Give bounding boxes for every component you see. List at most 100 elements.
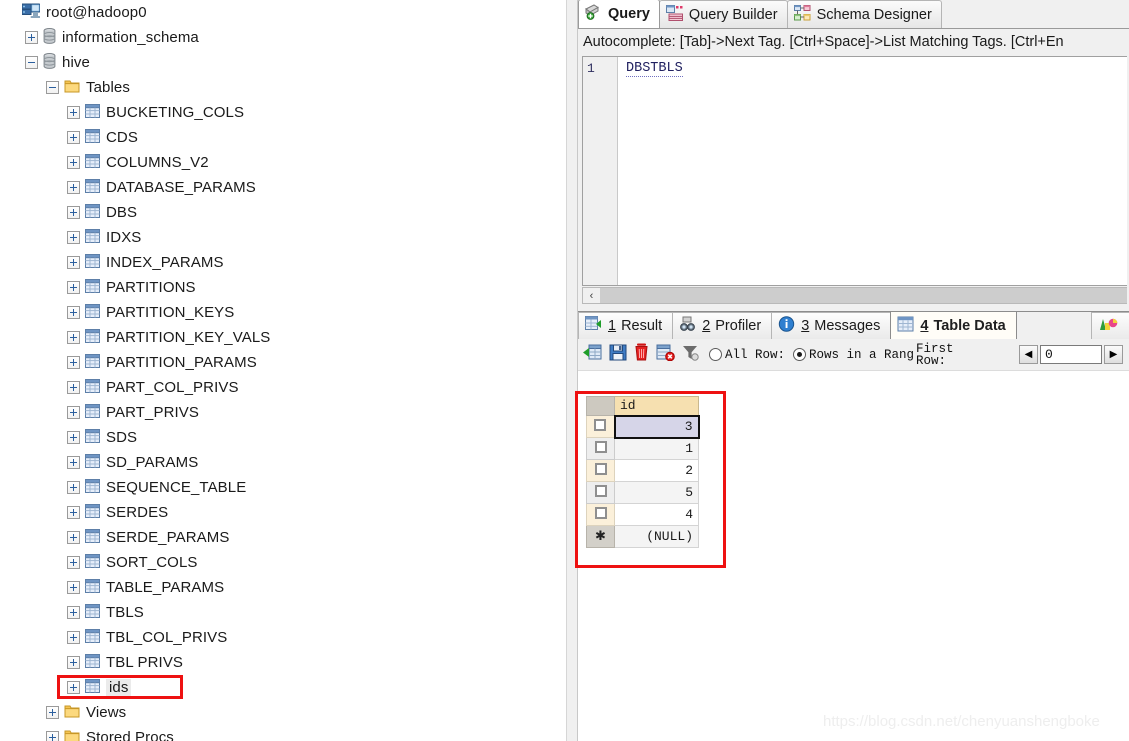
tree-item-partition-params[interactable]: PARTITION_PARAMS [0, 350, 566, 375]
tree-item-views[interactable]: Views [0, 700, 566, 725]
save-changes-icon[interactable] [609, 344, 627, 366]
expand-plus-icon[interactable] [46, 731, 59, 741]
grid-row[interactable]: ✱ (NULL) [586, 525, 699, 548]
row-select-checkbox[interactable] [586, 437, 615, 460]
tree-item-index-params[interactable]: INDEX_PARAMS [0, 250, 566, 275]
tree-item-columns-v2[interactable]: COLUMNS_V2 [0, 150, 566, 175]
expand-plus-icon[interactable] [67, 681, 80, 694]
result-tab-messages[interactable]: 3 Messages [771, 312, 892, 339]
grid-cell-id[interactable]: 4 [614, 503, 699, 526]
tree-item-partition-key-vals[interactable]: PARTITION_KEY_VALS [0, 325, 566, 350]
grid-select-all-corner[interactable] [586, 396, 615, 416]
expand-plus-icon[interactable] [67, 381, 80, 394]
expand-plus-icon[interactable] [67, 156, 80, 169]
grid-row[interactable]: 4 [586, 503, 699, 526]
table-data-grid[interactable]: id 3 1 2 5 4 ✱ (NULL) [586, 396, 700, 548]
tree-item-database-params[interactable]: DATABASE_PARAMS [0, 175, 566, 200]
tree-item-tables[interactable]: Tables [0, 75, 566, 100]
checkbox-icon[interactable] [594, 484, 607, 497]
expand-plus-icon[interactable] [67, 631, 80, 644]
result-tab-chart[interactable] [1091, 312, 1129, 339]
expand-plus-icon[interactable] [67, 356, 80, 369]
sql-text-area[interactable]: DBSTBLS [618, 57, 1127, 285]
tree-item-stored-procs[interactable]: Stored Procs [0, 725, 566, 741]
tree-item-part-privs[interactable]: PART_PRIVS [0, 400, 566, 425]
expand-plus-icon[interactable] [67, 456, 80, 469]
tree-item-information-schema[interactable]: information_schema [0, 25, 566, 50]
grid-cell-id[interactable]: 2 [614, 459, 699, 482]
scrollbar-thumb[interactable] [600, 288, 1127, 303]
editor-tab-strip[interactable]: Query Query Builder Schema Designer [578, 0, 1129, 29]
tree-item-tbls[interactable]: TBLS [0, 600, 566, 625]
delete-row-icon[interactable] [634, 343, 649, 366]
row-select-checkbox[interactable] [586, 459, 615, 482]
result-tab-strip[interactable]: 1 Result 2 Profiler 3 Messages 4 Table Data [578, 311, 1129, 339]
tree-item-bucketing-cols[interactable]: BUCKETING_COLS [0, 100, 566, 125]
spinner-next-button[interactable]: ▶ [1104, 345, 1123, 364]
tree-item-sds[interactable]: SDS [0, 425, 566, 450]
tree-item-sequence-table[interactable]: SEQUENCE_TABLE [0, 475, 566, 500]
grid-cell-id[interactable]: 1 [614, 437, 699, 460]
object-explorer-tree[interactable]: root@hadoop0 information_schema hive Tables… [0, 0, 566, 741]
new-row-marker[interactable]: ✱ [586, 525, 615, 548]
rows-in-range-radio[interactable] [793, 348, 807, 361]
editor-tab-query[interactable]: Query [578, 0, 660, 28]
grid-cell-id[interactable]: 3 [613, 414, 700, 439]
grid-row[interactable]: 2 [586, 459, 699, 482]
grid-column-header-id[interactable]: id [614, 396, 699, 416]
checkbox-icon[interactable] [594, 506, 607, 519]
expand-plus-icon[interactable] [67, 481, 80, 494]
expand-plus-icon[interactable] [67, 306, 80, 319]
expand-plus-icon[interactable] [67, 431, 80, 444]
tree-item-tbl-col-privs[interactable]: TBL_COL_PRIVS [0, 625, 566, 650]
expand-plus-icon[interactable] [67, 656, 80, 669]
tree-item-sort-cols[interactable]: SORT_COLS [0, 550, 566, 575]
result-tab-table-data[interactable]: 4 Table Data [890, 311, 1017, 339]
editor-tab-query-builder[interactable]: Query Builder [658, 0, 788, 28]
tree-item-dbs[interactable]: DBS [0, 200, 566, 225]
all-rows-radio[interactable] [709, 348, 722, 361]
expand-plus-icon[interactable] [67, 206, 80, 219]
tree-item-tbl-privs[interactable]: TBL PRIVS [0, 650, 566, 675]
collapse-minus-icon[interactable] [25, 56, 38, 69]
tree-item-ids[interactable]: ids [0, 675, 566, 700]
tree-item-serde-params[interactable]: SERDE_PARAMS [0, 525, 566, 550]
tree-item-idxs[interactable]: IDXS [0, 225, 566, 250]
expand-plus-icon[interactable] [67, 406, 80, 419]
expand-plus-icon[interactable] [67, 581, 80, 594]
expand-plus-icon[interactable] [67, 131, 80, 144]
expand-plus-icon[interactable] [67, 506, 80, 519]
expand-plus-icon[interactable] [46, 706, 59, 719]
editor-tab-schema-designer[interactable]: Schema Designer [786, 0, 942, 28]
tree-item-part-col-privs[interactable]: PART_COL_PRIVS [0, 375, 566, 400]
insert-row-icon[interactable] [583, 344, 602, 366]
tree-item-root-hadoop0[interactable]: root@hadoop0 [0, 0, 566, 25]
tree-item-sd-params[interactable]: SD_PARAMS [0, 450, 566, 475]
expand-plus-icon[interactable] [67, 531, 80, 544]
row-select-checkbox[interactable] [586, 503, 615, 526]
checkbox-icon[interactable] [594, 418, 607, 431]
grid-cell-id[interactable]: 5 [614, 481, 699, 504]
expand-plus-icon[interactable] [67, 606, 80, 619]
result-tab-result[interactable]: 1 Result [578, 312, 674, 339]
grid-row[interactable]: 3 [586, 414, 700, 439]
expand-plus-icon[interactable] [25, 31, 38, 44]
result-tab-profiler[interactable]: 2 Profiler [672, 312, 773, 339]
expand-plus-icon[interactable] [67, 331, 80, 344]
panel-splitter[interactable] [566, 0, 578, 741]
sql-editor[interactable]: 1 DBSTBLS [582, 56, 1127, 286]
tree-item-partition-keys[interactable]: PARTITION_KEYS [0, 300, 566, 325]
tree-item-partitions[interactable]: PARTITIONS [0, 275, 566, 300]
cancel-changes-icon[interactable] [656, 344, 675, 366]
expand-plus-icon[interactable] [67, 281, 80, 294]
expand-plus-icon[interactable] [67, 106, 80, 119]
tree-item-cds[interactable]: CDS [0, 125, 566, 150]
first-row-spinner[interactable]: ◀ 0 ▶ [1019, 345, 1123, 364]
expand-plus-icon[interactable] [67, 556, 80, 569]
filter-icon[interactable] [682, 344, 699, 366]
expand-plus-icon[interactable] [67, 181, 80, 194]
row-select-checkbox[interactable] [586, 415, 615, 438]
checkbox-icon[interactable] [594, 440, 607, 453]
collapse-minus-icon[interactable] [46, 81, 59, 94]
tree-item-table-params[interactable]: TABLE_PARAMS [0, 575, 566, 600]
